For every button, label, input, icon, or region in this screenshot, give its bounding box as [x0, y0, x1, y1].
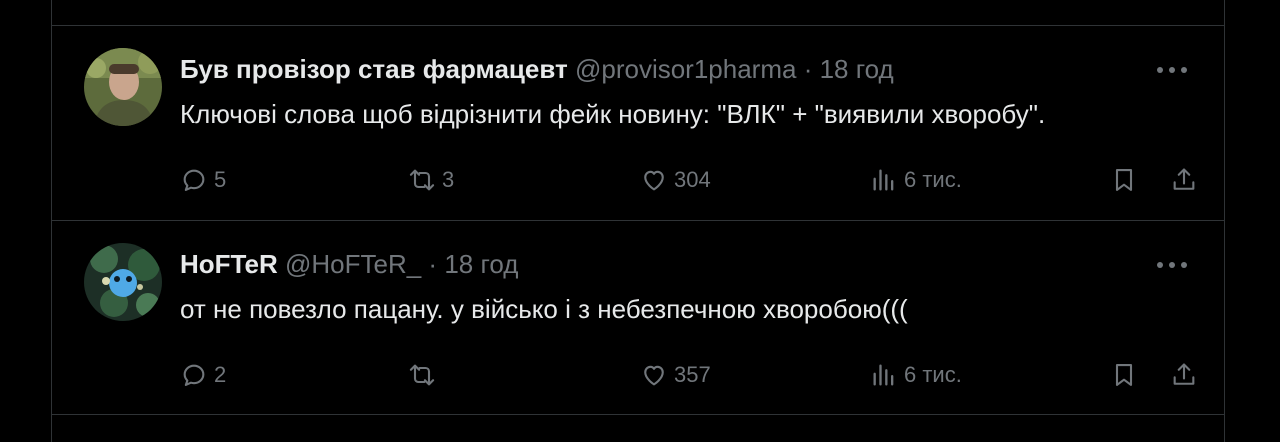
retweet-button[interactable] — [408, 357, 442, 393]
share-icon — [1173, 168, 1195, 190]
retweet-count: 3 — [442, 167, 455, 192]
bookmark-button[interactable] — [1110, 357, 1138, 393]
tweet-header: HoFTeR @HoFTeR_ · 18 год — [180, 246, 518, 282]
views-icon — [873, 364, 894, 386]
reply-count: 2 — [214, 362, 227, 387]
views-button[interactable]: 6 тис. — [870, 357, 962, 393]
tweet[interactable]: Був провізор став фармацевт @provisor1ph… — [52, 26, 1224, 219]
separator-dot: · — [803, 54, 813, 84]
retweet-icon — [409, 364, 435, 386]
view-count: 6 тис. — [904, 362, 962, 387]
tweet-header: Був провізор став фармацевт @provisor1ph… — [180, 51, 894, 87]
more-button[interactable] — [1152, 56, 1192, 84]
views-button[interactable]: 6 тис. — [870, 162, 962, 198]
action-bar: 5 3 304 6 тис. — [180, 162, 1195, 198]
like-count: 357 — [674, 362, 711, 387]
timeline: Був провізор став фармацевт @provisor1ph… — [51, 0, 1225, 442]
tweet[interactable]: HoFTeR @HoFTeR_ · 18 год от не повезло п… — [52, 221, 1224, 414]
view-count: 6 тис. — [904, 167, 962, 192]
share-icon — [1173, 363, 1195, 385]
separator-dot: · — [428, 249, 438, 279]
reply-count: 5 — [214, 167, 227, 192]
more-button[interactable] — [1152, 251, 1192, 279]
user-handle[interactable]: @HoFTeR_ — [285, 249, 421, 279]
share-button[interactable] — [1170, 162, 1198, 198]
heart-icon — [644, 170, 664, 191]
display-name[interactable]: HoFTeR — [180, 249, 278, 279]
like-button[interactable]: 304 — [640, 162, 711, 198]
more-icon — [1157, 262, 1187, 268]
retweet-icon — [409, 169, 435, 191]
reply-icon — [183, 169, 205, 191]
like-button[interactable]: 357 — [640, 357, 711, 393]
user-handle[interactable]: @provisor1pharma — [575, 54, 796, 84]
action-bar: 2 357 6 тис. — [180, 357, 1195, 393]
bookmark-icon — [1115, 364, 1133, 386]
timestamp[interactable]: 18 год — [444, 249, 518, 279]
retweet-button[interactable]: 3 — [408, 162, 454, 198]
heart-icon — [644, 365, 664, 386]
views-icon — [873, 169, 894, 191]
avatar[interactable] — [84, 243, 162, 321]
divider — [52, 414, 1224, 415]
reply-icon — [183, 364, 205, 386]
bookmark-icon — [1115, 169, 1133, 191]
share-button[interactable] — [1170, 357, 1198, 393]
more-icon — [1157, 67, 1187, 73]
display-name[interactable]: Був провізор став фармацевт — [180, 54, 568, 84]
bookmark-button[interactable] — [1110, 162, 1138, 198]
avatar[interactable] — [84, 48, 162, 126]
tweet-text: Ключові слова щоб відрізнити фейк новину… — [180, 99, 1046, 129]
like-count: 304 — [674, 167, 711, 192]
reply-button[interactable]: 5 — [180, 162, 226, 198]
timestamp[interactable]: 18 год — [820, 54, 894, 84]
tweet-text: от не повезло пацану. у військо і з небе… — [180, 294, 908, 324]
reply-button[interactable]: 2 — [180, 357, 226, 393]
